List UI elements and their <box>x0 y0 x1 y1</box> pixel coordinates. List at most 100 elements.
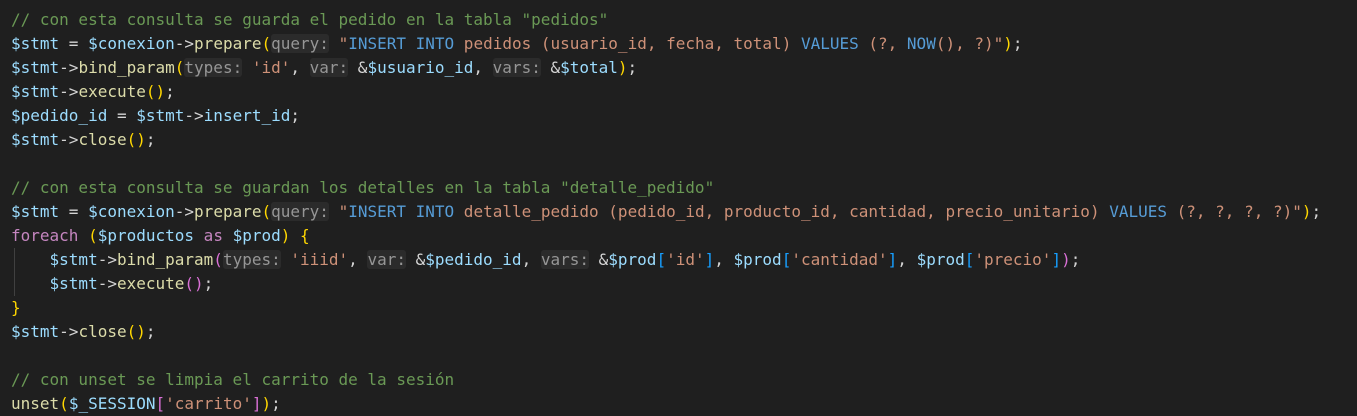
code-comment: // con unset se limpia el carrito de la … <box>11 370 455 389</box>
code-variable: $stmt <box>11 58 60 77</box>
code-punctuation: , <box>290 58 310 77</box>
code-bracket: } <box>11 298 21 317</box>
code-string: pedidos (usuario_id, fecha, total) <box>454 34 801 53</box>
code-line[interactable]: $stmt->execute(); <box>0 272 1357 296</box>
code-inlay-hint: var: <box>309 58 349 77</box>
code-bracket: ( <box>174 58 185 77</box>
code-sql-keyword: NOW <box>906 34 936 53</box>
code-variable: $stmt <box>11 34 60 53</box>
code-line[interactable]: // con esta consulta se guardan los deta… <box>0 176 1357 200</box>
code-inlay-hint: var: <box>367 250 406 269</box>
code-operator: -> <box>174 202 195 221</box>
code-line[interactable]: $pedido_id = $stmt->insert_id; <box>0 104 1357 128</box>
code-function: prepare <box>194 202 262 221</box>
code-operator: & <box>405 250 426 269</box>
code-punctuation: ; <box>627 58 638 77</box>
code-bracket: () <box>145 82 166 101</box>
code-inlay-hint: vars: <box>492 58 541 77</box>
code-function: close <box>78 130 127 149</box>
code-string: detalle_pedido (pedido_id, producto_id, … <box>454 202 1110 221</box>
code-string: " <box>338 202 349 221</box>
code-bracket: ) <box>280 226 291 245</box>
code-line[interactable]: $stmt->close(); <box>0 128 1357 152</box>
code-line[interactable]: $stmt->bind_param(types: 'id', var: &$us… <box>0 56 1357 80</box>
code-bracket: ] <box>704 250 715 269</box>
code-punctuation <box>281 250 291 269</box>
code-keyword: foreach <box>11 226 79 245</box>
code-line[interactable]: $stmt->execute(); <box>0 80 1357 104</box>
code-bracket: [ <box>656 250 667 269</box>
code-punctuation: ; <box>290 106 301 125</box>
code-variable: $stmt <box>11 322 60 341</box>
code-inlay-hint: query: <box>271 34 329 53</box>
code-operator: = <box>59 202 89 221</box>
code-line[interactable]: $stmt->close(); <box>0 320 1357 344</box>
code-bracket: ( <box>261 34 272 53</box>
code-bracket: [ <box>964 250 975 269</box>
code-punctuation: , <box>473 58 493 77</box>
code-variable: $pedido_id <box>425 250 522 269</box>
code-bracket: ) <box>1301 202 1312 221</box>
code-line[interactable]: $stmt = $conexion->prepare(query: "INSER… <box>0 200 1357 224</box>
code-punctuation: ; <box>145 130 156 149</box>
code-function: prepare <box>194 34 262 53</box>
code-punctuation: ; <box>165 82 175 101</box>
code-punctuation: ; <box>1012 34 1023 53</box>
code-line[interactable]: $stmt = $conexion->prepare(query: "INSER… <box>0 32 1357 56</box>
code-operator: -> <box>59 130 79 149</box>
code-variable: $prod <box>608 250 657 269</box>
code-line[interactable]: $stmt->bind_param(types: 'iiid', var: &$… <box>0 248 1357 272</box>
code-variable: $total <box>560 58 618 77</box>
code-operator: -> <box>97 250 117 269</box>
code-variable: $stmt <box>11 202 60 221</box>
code-comment: // con esta consulta se guarda el pedido… <box>11 10 609 29</box>
code-variable: $pedido_id <box>11 106 108 125</box>
code-function: bind_param <box>116 250 214 269</box>
code-operator: & <box>589 250 609 269</box>
code-bracket: ) <box>261 394 272 413</box>
code-sql-keyword: INSERT INTO <box>348 34 455 53</box>
indent-guide <box>14 248 15 272</box>
code-line[interactable]: // con unset se limpia el carrito de la … <box>0 368 1357 392</box>
code-inlay-hint: types: <box>222 250 281 269</box>
code-inlay-hint: types: <box>184 58 243 77</box>
code-variable: $conexion <box>88 34 175 53</box>
code-line[interactable]: unset($_SESSION['carrito']); <box>0 392 1357 416</box>
code-line[interactable]: foreach ($productos as $prod) { <box>0 224 1357 248</box>
code-variable: $_SESSION <box>68 394 156 413</box>
code-bracket: ] <box>1051 250 1062 269</box>
code-string: , ?)" <box>955 34 1004 53</box>
code-punctuation: , <box>714 250 734 269</box>
code-editor[interactable]: // con esta consulta se guarda el pedido… <box>0 0 1357 416</box>
code-line[interactable] <box>0 152 1357 176</box>
code-operator: -> <box>59 82 79 101</box>
code-variable: insert_id <box>203 106 291 125</box>
code-string: 'id' <box>666 250 705 269</box>
code-bracket: () <box>126 322 146 341</box>
code-string: 'iiid' <box>290 250 349 269</box>
code-variable: $usuario_id <box>367 58 474 77</box>
code-operator: & <box>348 58 368 77</box>
code-variable: $stmt <box>11 82 60 101</box>
code-line[interactable] <box>0 344 1357 368</box>
code-punctuation: ; <box>1311 202 1322 221</box>
code-function: execute <box>116 274 185 293</box>
code-bracket: ( <box>88 226 98 245</box>
code-bracket: ] <box>251 394 262 413</box>
code-punctuation: , <box>521 250 541 269</box>
code-function: unset <box>11 394 60 413</box>
code-punctuation <box>78 226 88 245</box>
code-operator: = <box>59 34 89 53</box>
code-punctuation: ; <box>1070 250 1081 269</box>
code-string: () <box>935 34 956 53</box>
code-operator: & <box>540 58 561 77</box>
indent-guide <box>14 272 15 296</box>
code-punctuation <box>11 250 50 269</box>
code-line[interactable]: } <box>0 296 1357 320</box>
code-operator: = <box>107 106 137 125</box>
code-string: (?, <box>858 34 907 53</box>
code-line[interactable]: // con esta consulta se guarda el pedido… <box>0 8 1357 32</box>
code-punctuation: , <box>348 250 368 269</box>
code-keyword: as <box>194 226 233 245</box>
code-variable: $stmt <box>49 250 98 269</box>
